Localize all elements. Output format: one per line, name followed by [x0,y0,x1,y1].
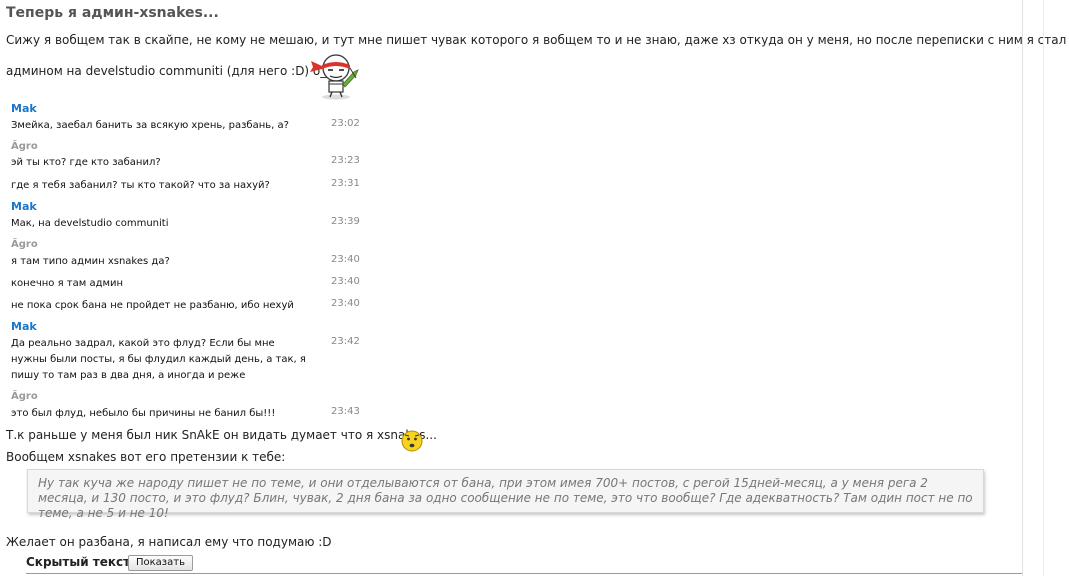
page-border [1043,0,1044,576]
chat-message: где я тебя забанил? ты кто такой? что за… [11,180,270,191]
content-border [1022,0,1023,576]
chat-time: 23:43 [331,406,360,417]
hidden-text-label: Скрытый текст: [26,555,135,569]
chat-message: Змейка, заебал банить за всякую хрень, р… [11,120,289,131]
forum-post: Теперь я админ-xsnakes... Сижу я вобщем … [0,0,1066,576]
chat-time: 23:40 [331,298,360,309]
chat-message: эй ты кто? где кто забанил? [11,157,161,168]
intro-line-2: админом на develstudio communiti (для не… [6,64,336,78]
chat-nick-agro: Ãgro [11,239,38,250]
confused-smiley-icon [401,430,423,452]
chat-nick-mak: Mak [11,320,37,333]
chat-time: 23:31 [331,178,360,189]
chat-nick-mak: Mak [11,200,37,213]
quote-text: Ну так куча же народу пишет не по теме, … [38,476,973,520]
ending-line: Желает он разбана, я написал ему что под… [6,535,332,549]
chat-message: я там типо админ xsnakes да? [11,256,170,267]
intro-line-1: Сижу я вобщем так в скайпе, не кому не м… [6,33,1067,47]
chat-time: 23:42 [331,336,360,347]
chat-nick-agro: Ãgro [11,141,38,152]
after-chat-line: Т.к раньше у меня был ник SnAkE он видат… [6,428,437,442]
claims-line: Вообщем xsnakes вот его претензии к тебе… [6,450,286,464]
chat-message: не пока срок бана не пройдет не разбаню,… [11,300,294,311]
chat-message: Мак, на develstudio communiti [11,218,169,229]
quote-block: Ну так куча же народу пишет не по теме, … [27,469,984,520]
chat-message: Да реально задрал, какой это флуд? Если … [11,338,306,381]
chat-message: это был флуд, небыло бы причины не банил… [11,408,276,419]
chat-time: 23:02 [331,118,360,129]
chat-nick-agro: Ãgro [11,391,38,402]
chat-message: конечно я там админ [11,278,124,289]
show-hidden-text-button[interactable]: Показать [128,555,193,571]
chat-time: 23:40 [331,276,360,287]
chat-time: 23:39 [331,216,360,227]
ninja-smiley-icon [310,54,359,100]
chat-time: 23:23 [331,155,360,166]
post-title: Теперь я админ-xsnakes... [6,5,219,21]
chat-nick-mak: Mak [11,102,37,115]
chat-time: 23:40 [331,254,360,265]
